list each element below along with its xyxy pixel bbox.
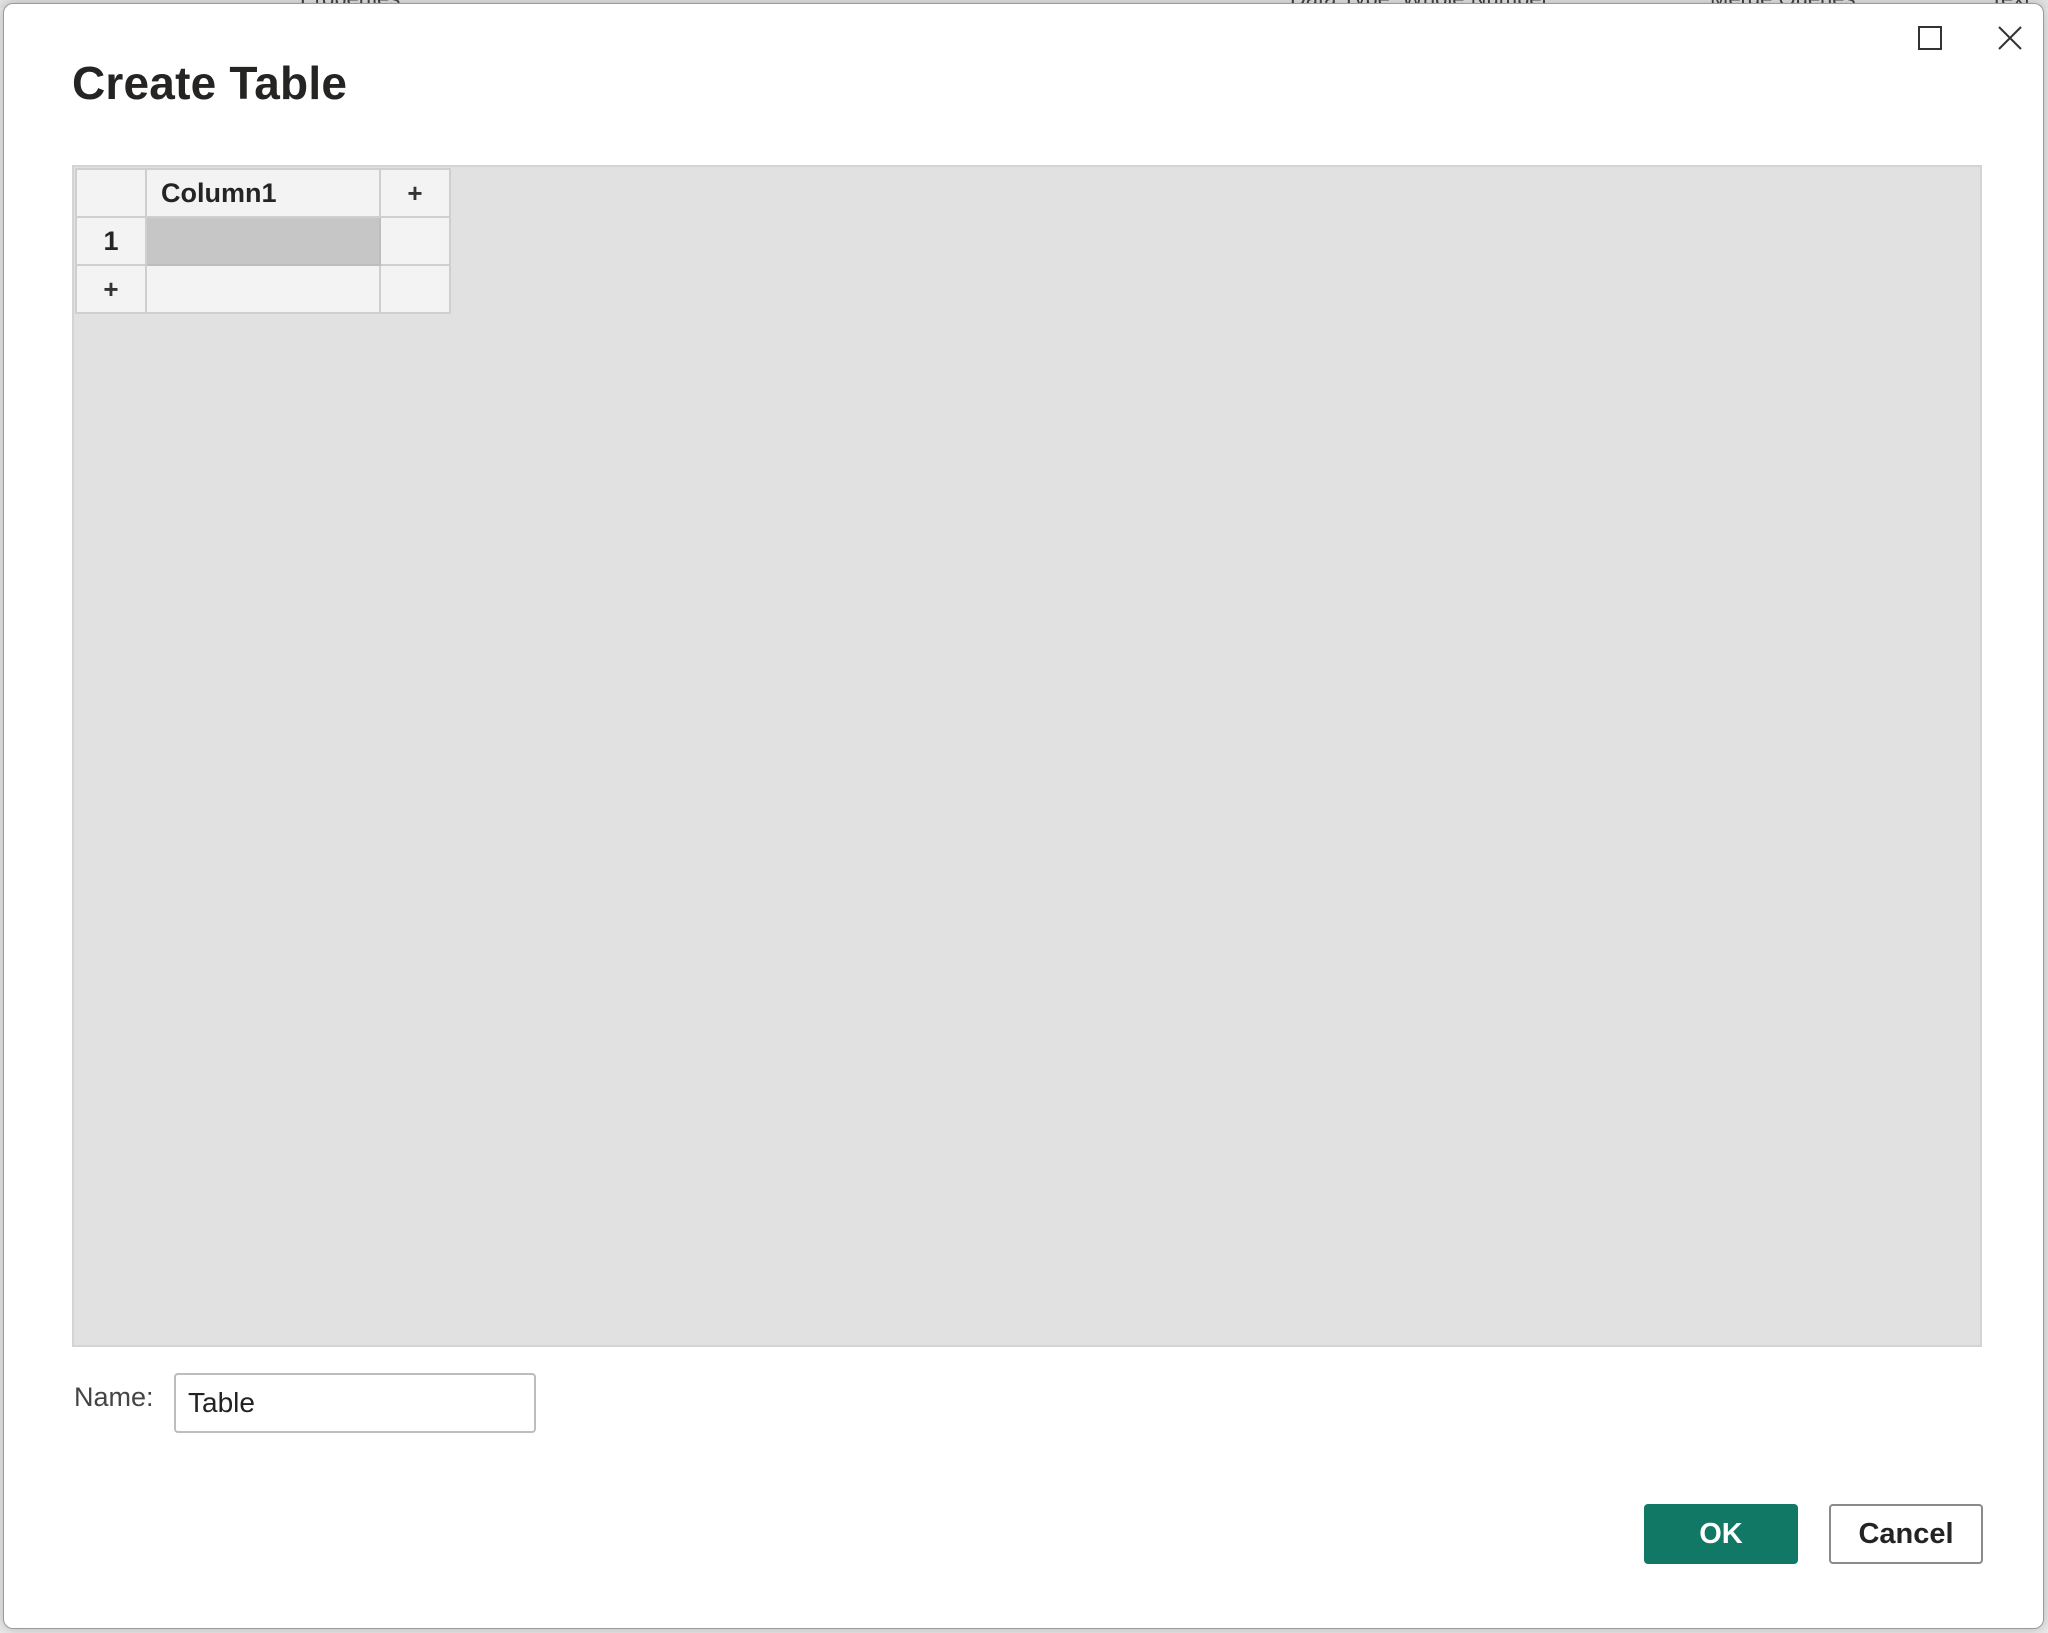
dialog-title: Create Table [72, 57, 348, 109]
close-icon [1998, 26, 2022, 50]
ok-button[interactable]: OK [1644, 1504, 1798, 1564]
maximize-button[interactable] [1910, 18, 1950, 58]
header-row: Column1 + [75, 168, 451, 218]
maximize-icon [1918, 26, 1942, 50]
table-row: 1 [75, 216, 451, 266]
data-entry-table: Column1 + 1 + [75, 168, 451, 314]
add-row: + [75, 264, 451, 314]
close-button[interactable] [1990, 18, 2030, 58]
row-number[interactable]: 1 [75, 216, 147, 266]
create-table-dialog: Create Table Column1 + 1 + Name: OK Canc… [3, 3, 2044, 1629]
table-cell-selected[interactable] [145, 216, 381, 266]
corner-cell [75, 168, 147, 218]
cancel-button[interactable]: Cancel [1829, 1504, 1983, 1564]
name-label: Name: [74, 1382, 154, 1412]
table-entry-area: Column1 + 1 + [72, 165, 1982, 1347]
add-row-button[interactable]: + [75, 264, 147, 314]
empty-cell [145, 264, 381, 314]
add-column-button[interactable]: + [379, 168, 451, 218]
empty-cell [379, 216, 451, 266]
empty-cell [379, 264, 451, 314]
name-input[interactable] [174, 1373, 536, 1433]
column-header-column1[interactable]: Column1 [145, 168, 381, 218]
